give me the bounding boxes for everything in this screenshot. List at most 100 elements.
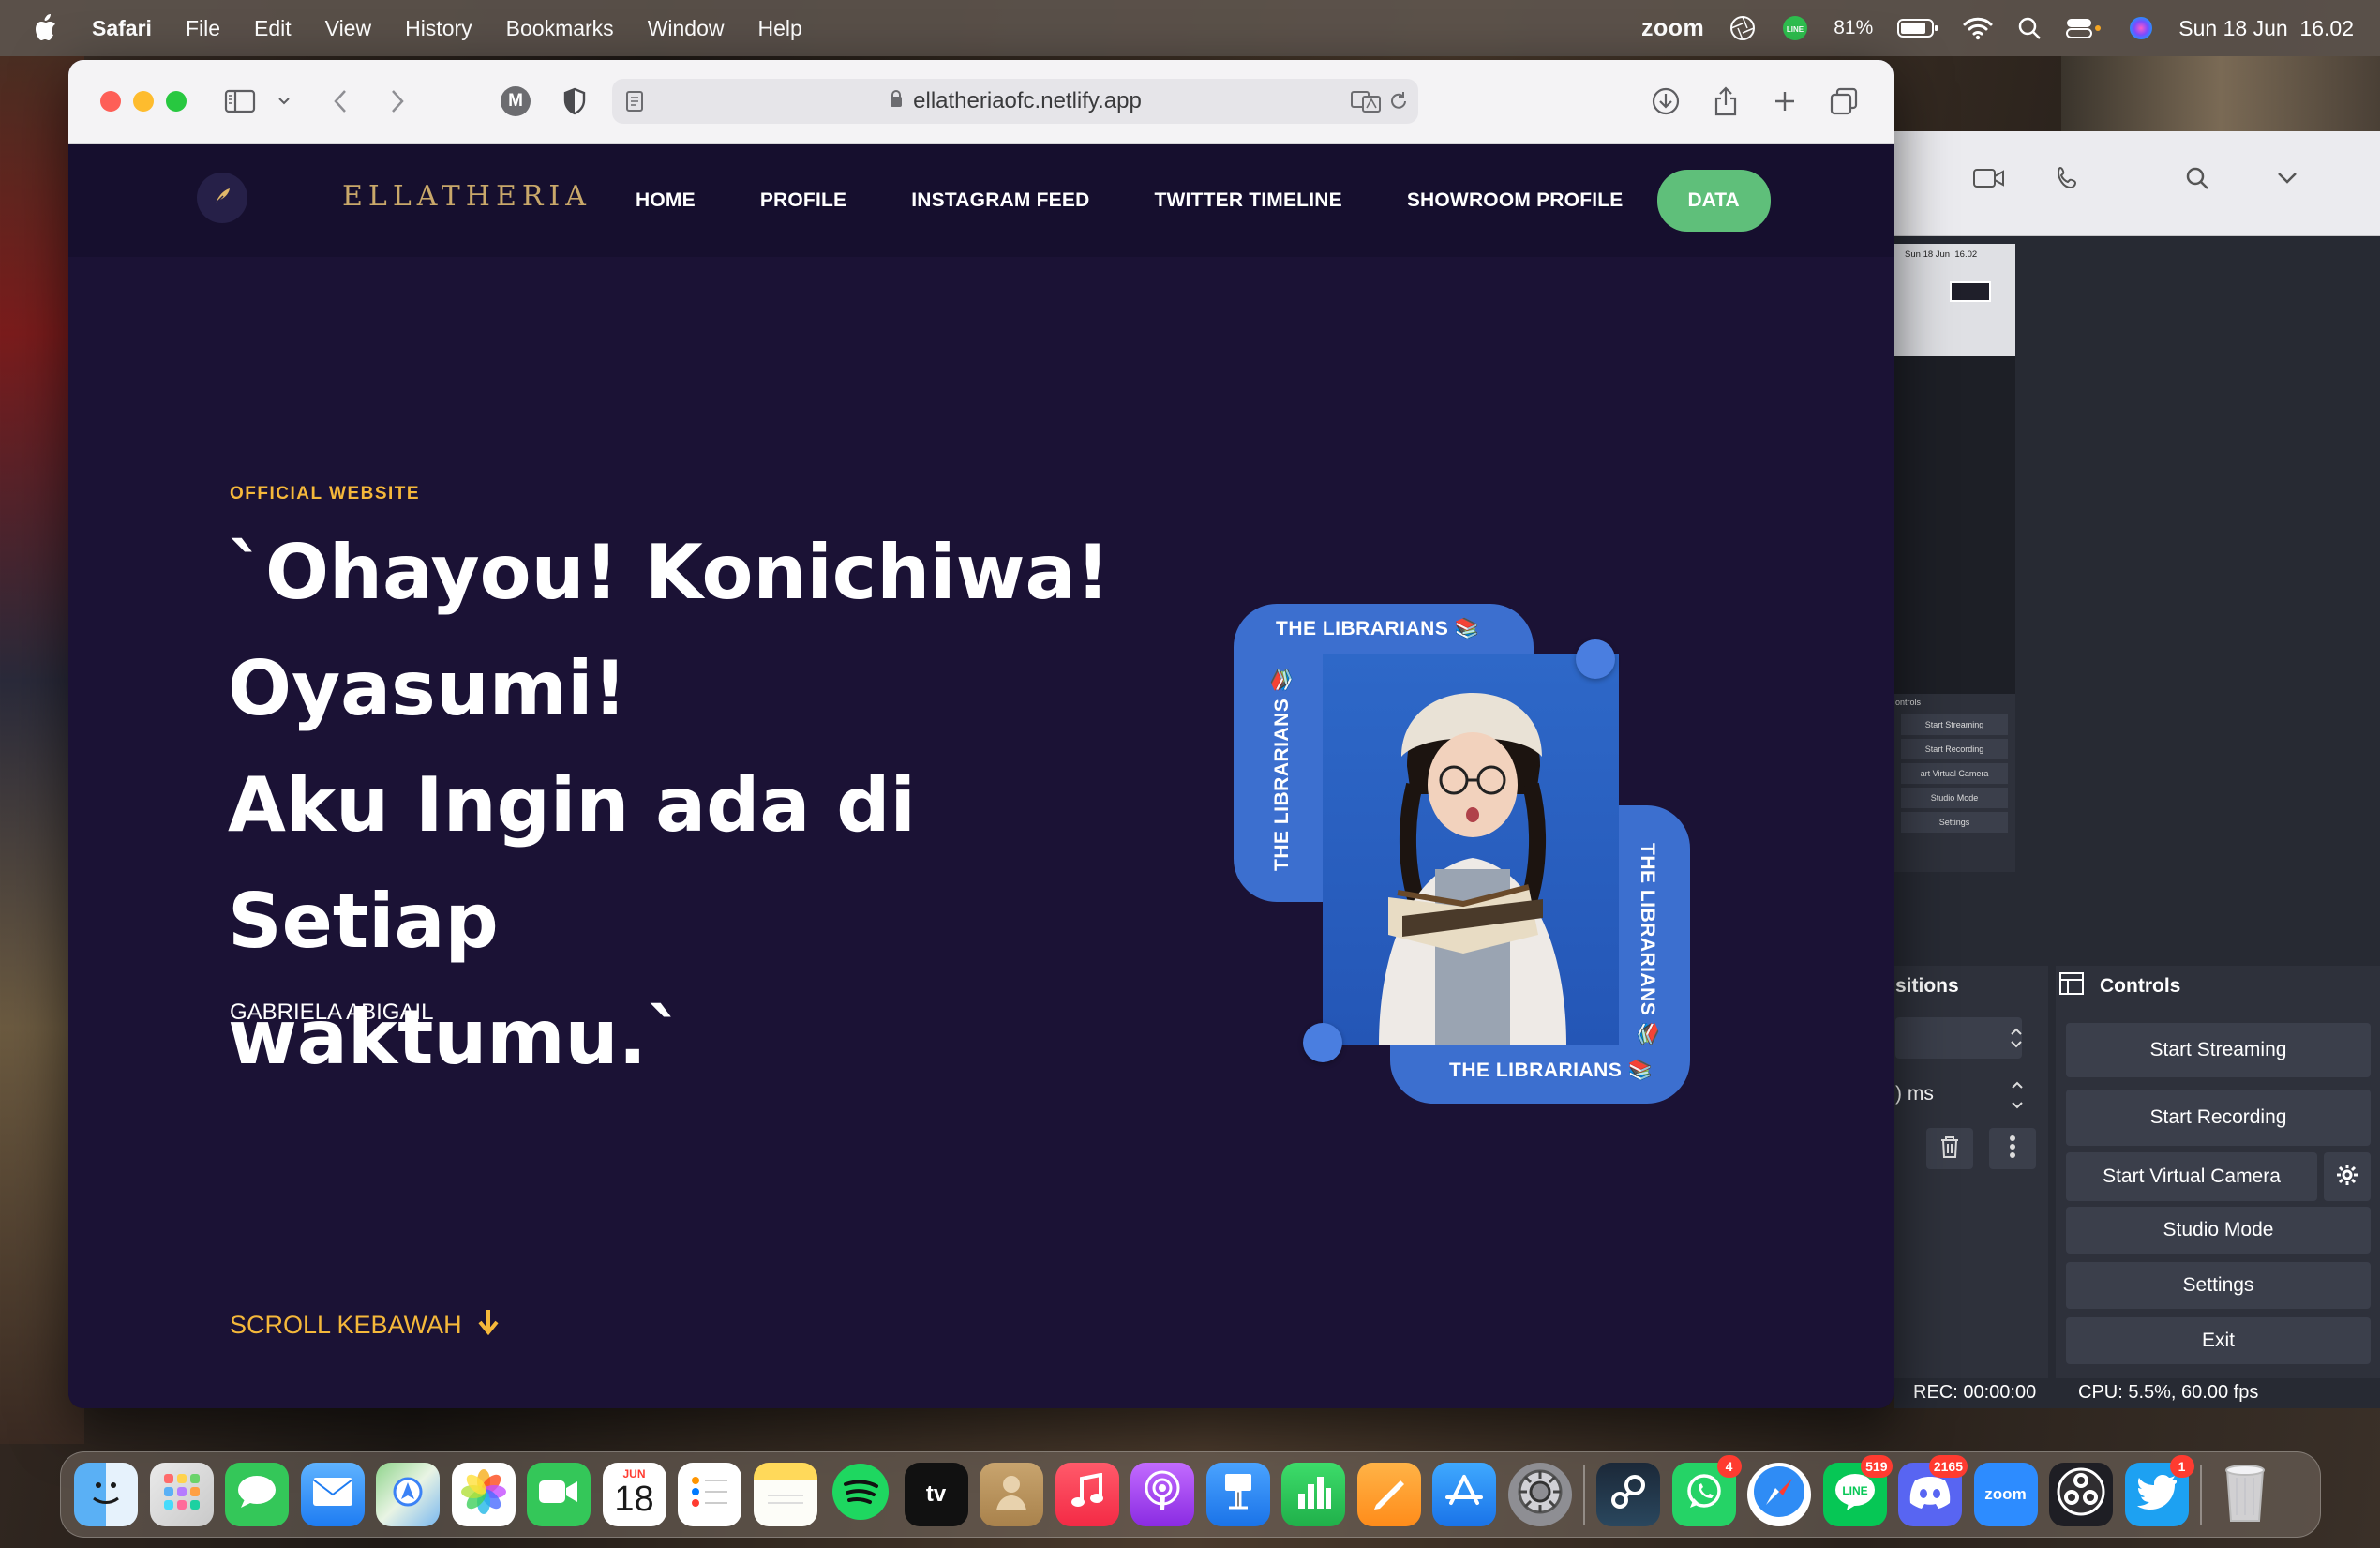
forward-chevron-icon[interactable] xyxy=(381,84,414,118)
start-streaming-button[interactable]: Start Streaming xyxy=(2066,1023,2371,1077)
nav-data-button[interactable]: DATA xyxy=(1656,170,1771,232)
phone-icon[interactable] xyxy=(2055,165,2081,196)
clock-datetime[interactable]: Sun 18 Jun 16.02 xyxy=(2178,16,2354,41)
dock-zoom[interactable]: zoom xyxy=(1973,1463,2038,1526)
obs-duration-field[interactable]: ) ms xyxy=(1895,1074,2022,1115)
share-icon[interactable] xyxy=(1709,84,1743,118)
control-center-icon[interactable] xyxy=(2066,16,2103,40)
dock-system-settings[interactable] xyxy=(1507,1463,1572,1526)
search-icon[interactable] xyxy=(2184,165,2210,196)
hero-kicker: OFFICIAL WEBSITE xyxy=(230,484,421,503)
dock-apple-tv[interactable]: tv xyxy=(904,1463,968,1526)
stepper-icon[interactable] xyxy=(2008,1024,2025,1057)
menu-window[interactable]: Window xyxy=(648,16,725,41)
lock-icon xyxy=(889,88,904,114)
address-bar[interactable]: ellatheriaofc.netlify.app xyxy=(612,79,1418,124)
siri-icon[interactable] xyxy=(2128,15,2154,41)
downloads-icon[interactable] xyxy=(1649,84,1683,118)
studio-mode-button[interactable]: Studio Mode xyxy=(2066,1207,2371,1254)
dock-steam[interactable] xyxy=(1596,1463,1660,1526)
translate-icon[interactable] xyxy=(1351,90,1381,119)
profile-extension-icon[interactable]: M xyxy=(499,84,532,118)
chevron-down-icon[interactable] xyxy=(2276,171,2298,190)
scroll-down-link[interactable]: SCROLL KEBAWAH xyxy=(230,1307,501,1344)
dock-spotify[interactable] xyxy=(829,1463,892,1526)
dock-calendar[interactable]: JUN 18 xyxy=(602,1463,666,1526)
duration-stepper-icon[interactable] xyxy=(2009,1076,2026,1119)
nav-profile[interactable]: PROFILE xyxy=(760,189,846,212)
dock-podcasts[interactable] xyxy=(1130,1463,1194,1526)
new-tab-icon[interactable] xyxy=(1768,84,1802,118)
nav-twitter-timeline[interactable]: TWITTER TIMELINE xyxy=(1154,189,1341,212)
start-virtual-camera-button[interactable]: Start Virtual Camera xyxy=(2066,1152,2317,1201)
dock-keynote[interactable] xyxy=(1205,1463,1270,1526)
start-recording-button[interactable]: Start Recording xyxy=(2066,1090,2371,1146)
dock-contacts[interactable] xyxy=(980,1463,1043,1526)
menu-history[interactable]: History xyxy=(405,16,472,41)
dock-finder[interactable] xyxy=(74,1463,138,1526)
close-window-button[interactable] xyxy=(100,91,121,112)
dock-mail[interactable] xyxy=(300,1463,365,1526)
nav-showroom-profile[interactable]: SHOWROOM PROFILE xyxy=(1407,189,1624,212)
dock-safari[interactable] xyxy=(1747,1463,1811,1526)
video-icon[interactable] xyxy=(1973,167,2005,194)
menu-edit[interactable]: Edit xyxy=(254,16,292,41)
dock-twitter[interactable]: 1 xyxy=(2124,1455,2194,1526)
spotlight-search-icon[interactable] xyxy=(2017,16,2042,40)
dock-app-store[interactable] xyxy=(1432,1463,1496,1526)
back-chevron-icon[interactable] xyxy=(323,84,357,118)
cpu-status: CPU: 5.5%, 60.00 fps xyxy=(2078,1382,2259,1403)
dock-line[interactable]: LINE 519 xyxy=(1822,1455,1893,1526)
dock-messages[interactable] xyxy=(225,1463,289,1526)
site-brand[interactable]: ELLATHERIA xyxy=(342,180,591,213)
tab-overview-icon[interactable] xyxy=(1827,84,1861,118)
arrow-down-icon xyxy=(475,1307,501,1344)
obs-more-button[interactable] xyxy=(1989,1128,2036,1169)
shield-icon[interactable] xyxy=(558,84,591,118)
obs-exit-button[interactable]: Exit xyxy=(2066,1317,2371,1364)
nav-home[interactable]: HOME xyxy=(636,189,696,212)
obs-controls-header: Controls xyxy=(2100,975,2181,997)
url-text: ellatheriaofc.netlify.app xyxy=(913,88,1142,113)
reader-icon[interactable] xyxy=(625,90,644,119)
minimize-window-button[interactable] xyxy=(133,91,154,112)
layout-icon xyxy=(2058,971,2085,1000)
obs-delete-button[interactable] xyxy=(1926,1128,1973,1169)
wifi-icon[interactable] xyxy=(1963,16,1993,40)
menu-view[interactable]: View xyxy=(325,16,371,41)
dock-trash[interactable] xyxy=(2213,1463,2277,1526)
dock-facetime[interactable] xyxy=(527,1463,591,1526)
reload-icon[interactable] xyxy=(1388,90,1409,119)
dock-reminders[interactable] xyxy=(678,1463,741,1526)
dock-music[interactable] xyxy=(1055,1463,1119,1526)
dock-notes[interactable] xyxy=(753,1463,817,1526)
obs-settings-button[interactable]: Settings xyxy=(2066,1262,2371,1309)
dock-obs[interactable] xyxy=(2049,1463,2113,1526)
hero-label-left: THE LIBRARIANS 📚 xyxy=(1271,667,1293,871)
aperture-icon[interactable] xyxy=(1729,14,1757,42)
virtual-camera-settings-button[interactable] xyxy=(2324,1152,2371,1201)
zoom-window-button[interactable] xyxy=(166,91,187,112)
dock-pages[interactable] xyxy=(1356,1463,1421,1526)
nav-instagram-feed[interactable]: INSTAGRAM FEED xyxy=(911,189,1089,212)
menu-app-name[interactable]: Safari xyxy=(92,16,152,41)
obs-transition-select[interactable] xyxy=(1895,1017,2022,1059)
menu-bookmarks[interactable]: Bookmarks xyxy=(506,16,614,41)
spotify-icon xyxy=(831,1462,891,1527)
sidebar-toggle-icon[interactable] xyxy=(223,84,257,118)
apple-icon[interactable] xyxy=(32,14,58,42)
dock-whatsapp[interactable]: 4 xyxy=(1671,1455,1742,1526)
trash-icon xyxy=(2220,1461,2270,1528)
zoom-status-item[interactable]: zoom xyxy=(1641,15,1704,42)
dock-numbers[interactable] xyxy=(1281,1463,1345,1526)
dock-launchpad[interactable] xyxy=(149,1463,214,1526)
dock-discord[interactable]: 2165 xyxy=(1898,1455,1968,1526)
site-logo[interactable] xyxy=(197,173,247,223)
dock-maps[interactable] xyxy=(376,1463,440,1526)
battery-icon[interactable] xyxy=(1897,18,1938,38)
menu-help[interactable]: Help xyxy=(758,16,802,41)
line-status-icon[interactable]: LINE xyxy=(1781,14,1809,42)
menu-file[interactable]: File xyxy=(186,16,220,41)
tab-group-chevron-icon[interactable] xyxy=(267,84,301,118)
dock-photos[interactable] xyxy=(451,1463,516,1526)
